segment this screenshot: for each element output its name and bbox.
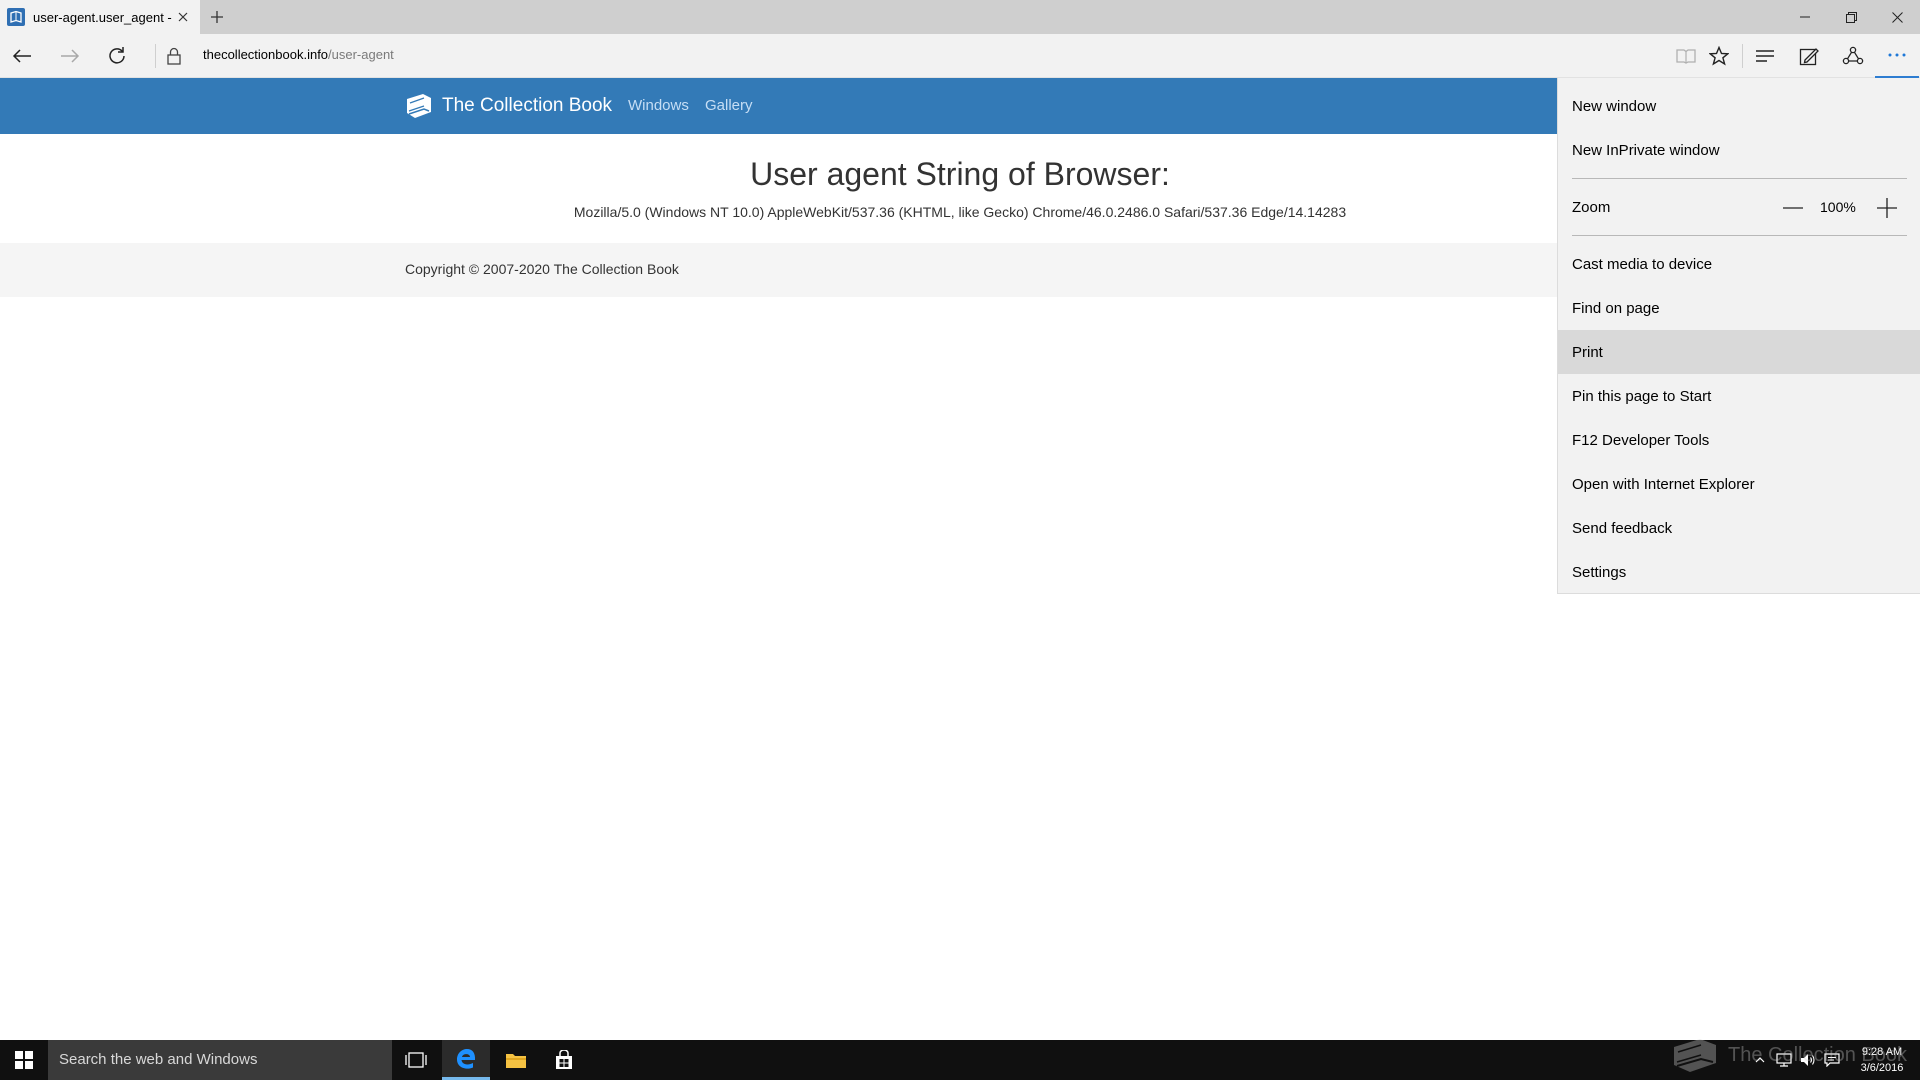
store-icon[interactable]	[540, 1040, 588, 1080]
brand-name: The Collection Book	[442, 95, 613, 116]
title-bar: user-agent.user_agent -	[0, 0, 1920, 34]
taskbar-search-box[interactable]: Search the web and Windows	[48, 1040, 392, 1080]
zoom-in-icon[interactable]	[1872, 194, 1902, 222]
menu-divider	[1572, 178, 1907, 179]
tab-title: user-agent.user_agent -	[33, 9, 172, 25]
menu-item-send-feedback[interactable]: Send feedback	[1558, 506, 1920, 550]
menu-item-new-inprivate-window[interactable]: New InPrivate window	[1558, 128, 1920, 172]
watermark: The Collection Book	[1670, 1035, 1907, 1075]
favorite-star-icon[interactable]	[1697, 34, 1741, 78]
address-toolbar: thecollectionbook.info/user-agent	[0, 34, 1920, 78]
menu-divider	[1572, 235, 1907, 236]
share-icon[interactable]	[1831, 34, 1875, 78]
browser-tab[interactable]: user-agent.user_agent -	[0, 0, 200, 34]
web-note-icon[interactable]	[1787, 34, 1831, 78]
taskbar: Search the web and Windows 9:28 AM 3/6/2…	[0, 1040, 1920, 1080]
lock-icon[interactable]	[164, 45, 184, 67]
menu-item-open-with-ie[interactable]: Open with Internet Explorer	[1558, 462, 1920, 506]
window-controls	[1782, 0, 1920, 34]
hub-icon[interactable]	[1743, 34, 1787, 78]
watermark-book-icon	[1674, 1039, 1716, 1072]
refresh-icon[interactable]	[97, 34, 137, 78]
more-actions-icon[interactable]	[1875, 34, 1919, 78]
zoom-level: 100%	[1820, 199, 1856, 215]
task-view-icon[interactable]	[392, 1040, 440, 1080]
url-domain: thecollectionbook.info	[203, 47, 329, 62]
back-arrow-icon[interactable]	[2, 34, 42, 78]
menu-item-new-window[interactable]: New window	[1558, 84, 1920, 128]
book-logo-icon	[404, 91, 434, 121]
restore-icon[interactable]	[1828, 0, 1874, 34]
menu-item-pin-to-start[interactable]: Pin this page to Start	[1558, 374, 1920, 418]
menu-item-cast-media[interactable]: Cast media to device	[1558, 242, 1920, 286]
zoom-label: Zoom	[1572, 199, 1611, 216]
site-brand[interactable]: The Collection Book	[404, 78, 612, 134]
menu-item-print[interactable]: Print	[1558, 330, 1920, 374]
watermark-text: The Collection Book	[1728, 1043, 1907, 1066]
minimize-icon[interactable]	[1782, 0, 1828, 34]
file-explorer-icon[interactable]	[492, 1040, 540, 1080]
address-field[interactable]: thecollectionbook.info/user-agent	[203, 47, 394, 62]
copyright-text: Copyright © 2007-2020 The Collection Boo…	[405, 261, 679, 277]
zoom-row: Zoom 100%	[1558, 186, 1920, 230]
menu-item-developer-tools[interactable]: F12 Developer Tools	[1558, 418, 1920, 462]
menu-item-settings[interactable]: Settings	[1558, 550, 1920, 594]
close-tab-icon[interactable]	[174, 8, 192, 26]
edge-browser-icon[interactable]	[442, 1040, 490, 1080]
menu-item-find-on-page[interactable]: Find on page	[1558, 286, 1920, 330]
zoom-out-icon[interactable]	[1778, 194, 1808, 222]
url-path: /user-agent	[328, 47, 394, 62]
windows-start-icon[interactable]	[0, 1040, 48, 1080]
taskbar-search-placeholder: Search the web and Windows	[59, 1051, 258, 1068]
close-window-icon[interactable]	[1874, 0, 1920, 34]
nav-link-windows[interactable]: Windows	[628, 78, 689, 134]
book-icon	[7, 8, 25, 26]
more-actions-menu: New window New InPrivate window Zoom 100…	[1557, 78, 1920, 594]
toolbar-divider	[155, 44, 156, 68]
nav-link-gallery[interactable]: Gallery	[705, 78, 753, 134]
forward-arrow-icon[interactable]	[50, 34, 90, 78]
new-tab-icon[interactable]	[206, 6, 228, 28]
